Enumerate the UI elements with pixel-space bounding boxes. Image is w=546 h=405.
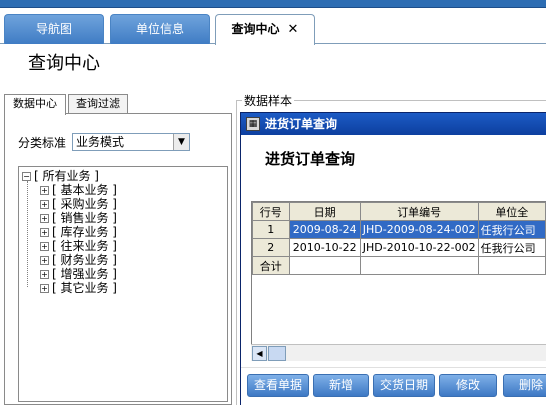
expand-icon[interactable]: +: [40, 284, 49, 293]
cell-unit[interactable]: 任我行公司: [477, 238, 546, 257]
tree-node-label: [ 财务业务 ]: [52, 253, 117, 267]
page-title: 查询中心: [28, 53, 100, 74]
tab-label: 导航图: [35, 22, 72, 36]
expand-icon[interactable]: +: [40, 200, 49, 209]
total-label: 合计: [252, 256, 290, 275]
tab-label: 查询中心: [231, 22, 280, 36]
table-row[interactable]: 1 2009-08-24 JHD-2009-08-24-002 任我行公司: [252, 220, 546, 239]
category-label: 分类标准: [18, 136, 67, 150]
tree-node[interactable]: +[ 其它业务 ]: [40, 281, 117, 295]
scroll-left-icon[interactable]: ◀: [252, 346, 267, 361]
tree-node[interactable]: +[ 销售业务 ]: [40, 211, 117, 225]
cell-unit[interactable]: 任我行公司: [477, 220, 546, 239]
expand-icon[interactable]: +: [40, 186, 49, 195]
column-header[interactable]: 订单编号: [359, 202, 479, 221]
data-sample-legend: 数据样本: [242, 92, 295, 109]
tree-node-label: [ 采购业务 ]: [52, 197, 117, 211]
delete-button[interactable]: 删除: [503, 374, 546, 397]
tab-unit-info[interactable]: 单位信息: [110, 14, 210, 44]
close-icon[interactable]: ✕: [288, 22, 299, 37]
tree-node-label: [ 往来业务 ]: [52, 239, 117, 253]
tree-node-label: [ 其它业务 ]: [52, 281, 117, 295]
window-title: 进货订单查询: [265, 117, 338, 131]
column-header[interactable]: 日期: [288, 202, 361, 221]
cell-order-no[interactable]: JHD-2010-10-22-002: [359, 238, 479, 257]
business-tree: −[ 所有业务 ] +[ 基本业务 ] +[ 采购业务 ] +[ 销售业务 ] …: [18, 166, 228, 402]
category-select-value: 业务模式: [76, 135, 125, 149]
column-header[interactable]: 行号: [252, 202, 290, 221]
horizontal-scrollbar[interactable]: ◀: [251, 344, 546, 361]
edit-button[interactable]: 修改: [439, 374, 497, 397]
collapse-icon[interactable]: −: [22, 172, 31, 181]
window-titlebar[interactable]: ▦ 进货订单查询: [241, 113, 546, 135]
chevron-down-icon[interactable]: ▼: [173, 134, 189, 150]
window-heading: 进货订单查询: [265, 150, 356, 168]
expand-icon[interactable]: +: [40, 228, 49, 237]
tree-node[interactable]: +[ 往来业务 ]: [40, 239, 117, 253]
tab-query-center[interactable]: 查询中心 ✕: [215, 14, 315, 45]
tree-node[interactable]: +[ 采购业务 ]: [40, 197, 117, 211]
total-cell: [477, 256, 546, 275]
tree-node-label: [ 所有业务 ]: [34, 169, 99, 183]
tree-line: [27, 181, 28, 287]
tab-navigation[interactable]: 导航图: [4, 14, 104, 44]
tab-label: 单位信息: [135, 22, 184, 36]
top-bar: [0, 0, 546, 8]
delivery-date-button[interactable]: 交货日期: [373, 374, 435, 397]
add-button[interactable]: 新增: [313, 374, 369, 397]
purchase-order-window: ▦ 进货订单查询 进货订单查询 行号 日期 订单编号 单位全 1 2009-08…: [240, 112, 546, 405]
tab-query-filter[interactable]: 查询过滤: [68, 94, 128, 114]
cell-date[interactable]: 2010-10-22: [288, 238, 361, 257]
grid-header-row: 行号 日期 订单编号 单位全: [252, 202, 546, 221]
order-grid: 行号 日期 订单编号 单位全 1 2009-08-24 JHD-2009-08-…: [251, 201, 546, 361]
view-document-button[interactable]: 查看单据: [247, 374, 309, 397]
tab-data-center[interactable]: 数据中心: [4, 94, 66, 115]
expand-icon[interactable]: +: [40, 214, 49, 223]
action-bar: 查看单据 新增 交货日期 修改 删除: [241, 367, 546, 405]
tree-node[interactable]: +[ 基本业务 ]: [40, 183, 117, 197]
row-number: 1: [252, 220, 290, 239]
tab-label: 查询过滤: [76, 97, 120, 110]
scroll-thumb[interactable]: [268, 346, 286, 361]
tree-node[interactable]: +[ 增强业务 ]: [40, 267, 117, 281]
tree-node[interactable]: +[ 库存业务 ]: [40, 225, 117, 239]
table-row[interactable]: 2 2010-10-22 JHD-2010-10-22-002 任我行公司: [252, 238, 546, 257]
expand-icon[interactable]: +: [40, 270, 49, 279]
tree-node-label: [ 销售业务 ]: [52, 211, 117, 225]
cell-date[interactable]: 2009-08-24: [288, 220, 361, 239]
expand-icon[interactable]: +: [40, 242, 49, 251]
category-select[interactable]: 业务模式 ▼: [72, 133, 190, 151]
expand-icon[interactable]: +: [40, 256, 49, 265]
total-cell: [288, 256, 361, 275]
cell-order-no[interactable]: JHD-2009-08-24-002: [359, 220, 479, 239]
total-cell: [359, 256, 479, 275]
tree-node-label: [ 库存业务 ]: [52, 225, 117, 239]
tab-strip: 导航图 单位信息 查询中心 ✕: [0, 8, 546, 45]
tab-label: 数据中心: [13, 97, 57, 110]
total-row: 合计: [252, 256, 546, 275]
tree-node[interactable]: +[ 财务业务 ]: [40, 253, 117, 267]
tree-root[interactable]: −[ 所有业务 ]: [22, 169, 99, 183]
row-number: 2: [252, 238, 290, 257]
window-icon: ▦: [246, 117, 260, 131]
tree-node-label: [ 增强业务 ]: [52, 267, 117, 281]
tree-node-label: [ 基本业务 ]: [52, 183, 117, 197]
column-header[interactable]: 单位全: [477, 202, 546, 221]
